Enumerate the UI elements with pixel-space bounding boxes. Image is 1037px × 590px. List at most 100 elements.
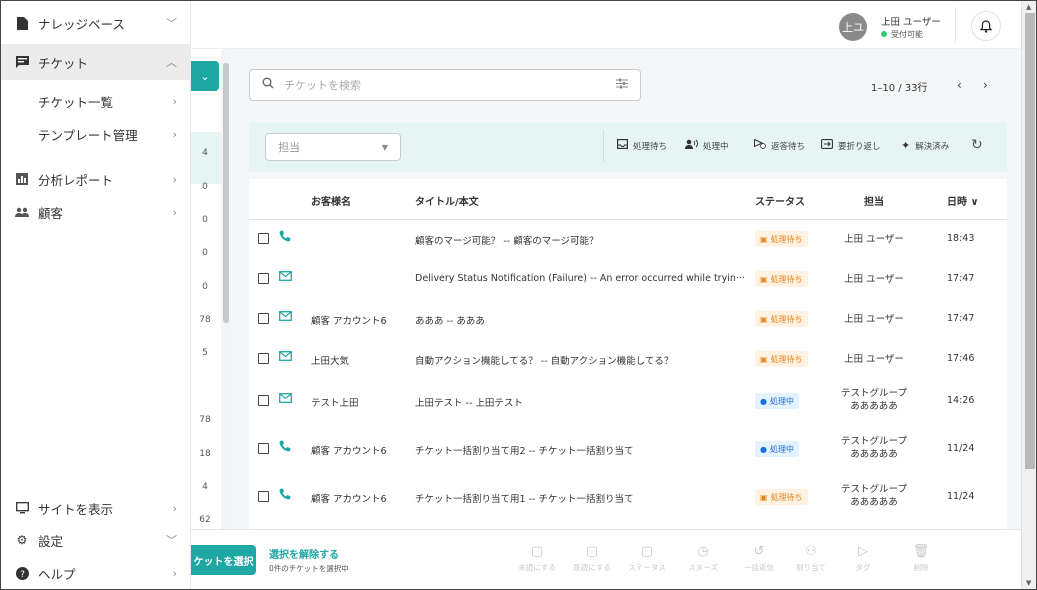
next-page-button[interactable]: › [983, 78, 988, 92]
ticket-time: 17:47 [947, 313, 975, 324]
view-dropdown-button[interactable]: ⌄ [191, 61, 219, 91]
row-checkbox[interactable] [258, 491, 269, 502]
action-label: 既読にする [573, 563, 611, 572]
table-row[interactable]: 顧客 アカウント6 あああ -- あああ ▣ 処理待ち 上田 ユーザー 17:47 [249, 299, 1007, 339]
scrollbar-thumb[interactable] [1025, 13, 1035, 469]
mark-unread-button[interactable]: ▢ 未読にする [509, 544, 565, 573]
status-filter-resolved[interactable]: ✦ 解決済み [901, 139, 949, 152]
user-status: 受付可能 [881, 29, 923, 40]
bulk-action-bar: ケットを選択 選択を解除する 0件のチケットを選択中 ▢ 未読にする ▢ 既読に… [191, 529, 1021, 589]
sidebar-item-customers[interactable]: 顧客 › [1, 194, 191, 230]
table-row[interactable]: 上田大気 自動アクション機能してる？ -- 自動アクション機能してる？ ▣ 処理待… [249, 339, 1007, 379]
sidebar-item-settings[interactable]: ⚙ 設定 ﹀ [1, 522, 191, 558]
status-filter-callback[interactable]: 要折り返し [821, 139, 881, 152]
ticket-title[interactable]: チケット一括割り当て用2 -- チケット一括割り当て [415, 443, 745, 457]
column-header-time[interactable]: 日時 ∨ [947, 193, 979, 208]
column-header-title[interactable]: タイトル/本文 [415, 193, 479, 208]
phone-icon [279, 440, 291, 455]
ticket-title[interactable]: 上田テスト -- 上田テスト [415, 395, 745, 409]
column-header-customer[interactable]: お客様名 [311, 193, 351, 208]
prev-page-button[interactable]: ‹ [957, 78, 962, 92]
mail-icon [279, 350, 292, 364]
svg-text:?: ? [20, 570, 25, 580]
status-filter-awaiting-reply[interactable]: 返答待ち [754, 138, 805, 152]
row-checkbox[interactable] [258, 395, 269, 406]
window-scrollbar[interactable]: ▲ ▼ [1021, 1, 1036, 589]
view-list-scrollbar[interactable] [221, 49, 231, 529]
sidebar-item-view-site[interactable]: サイトを表示 › [1, 490, 191, 526]
app-window: ナレッジベース ﹀ チケット ︿ チケット一覧 › テンプレート管理 › 分析レ… [0, 0, 1037, 590]
sidebar-item-knowledge-base[interactable]: ナレッジベース ﹀ [1, 5, 191, 41]
customer-name[interactable]: 顧客 アカウント6 [311, 443, 387, 457]
notification-bell-icon[interactable] [971, 11, 1001, 41]
user-speaking-icon: ● [760, 444, 767, 454]
edit-box-icon: ▢ [585, 544, 599, 559]
customer-name[interactable]: 顧客 アカウント6 [311, 313, 387, 327]
avatar[interactable]: 上ユ [839, 13, 867, 41]
deselect-link[interactable]: 選択を解除する [269, 546, 339, 561]
owner-name: テストグループあああああ [841, 388, 907, 412]
scrollbar-thumb[interactable] [223, 63, 229, 323]
gear-icon: ⚙ [16, 533, 28, 547]
ticket-title[interactable]: 自動アクション機能してる？ -- 自動アクション機能してる？ [415, 353, 745, 367]
view-count: 0 [202, 282, 208, 292]
row-checkbox[interactable] [258, 273, 269, 284]
change-status-button[interactable]: ▢ ステータス [619, 544, 675, 573]
snooze-button[interactable]: ◷ スヌーズ [675, 544, 731, 573]
select-tickets-button[interactable]: ケットを選択 [191, 545, 256, 575]
customer-name[interactable]: テスト上田 [311, 395, 359, 409]
sidebar-item-template-management[interactable]: テンプレート管理 › [1, 116, 191, 152]
table-row[interactable]: 顧客 アカウント6 チケット一括割り当て用2 -- チケット一括割り当て ● 処理… [249, 427, 1007, 471]
assign-button[interactable]: ⚇ 割り当て [783, 544, 839, 573]
table-row[interactable]: Delivery Status Notification (Failure) -… [249, 259, 1007, 299]
mark-read-button[interactable]: ▢ 既読にする [564, 544, 620, 573]
view-count: 18 [199, 449, 211, 459]
column-header-status[interactable]: ステータス [755, 193, 805, 208]
chevron-right-icon: › [172, 127, 177, 141]
chevron-down-icon: ﹀ [166, 17, 177, 30]
assignee-select[interactable]: 担当 ▼ [265, 133, 401, 161]
tag-button[interactable]: ▷ タグ [835, 544, 891, 573]
row-checkbox[interactable] [258, 353, 269, 364]
sidebar-item-ticket-list[interactable]: チケット一覧 › [1, 83, 191, 119]
filter-settings-icon[interactable] [616, 78, 628, 92]
status-badge-label: 処理待ち [770, 354, 803, 364]
column-header-owner[interactable]: 担当 [864, 193, 884, 208]
status-filter-label: 要折り返し [838, 141, 881, 152]
bulk-reply-button[interactable]: ↺ 一括返信 [731, 544, 787, 573]
ticket-time: 11/24 [947, 443, 975, 454]
sidebar-item-analytics[interactable]: 分析レポート › [1, 161, 191, 197]
row-checkbox[interactable] [258, 443, 269, 454]
status-badge-label: 処理待ち [770, 492, 803, 502]
scroll-up-icon[interactable]: ▲ [1026, 3, 1031, 11]
search-input[interactable]: チケットを検索 [284, 77, 616, 93]
status-badge: ▣ 処理待ち [755, 231, 808, 247]
selected-view-highlight [191, 132, 221, 184]
sidebar-item-tickets[interactable]: チケット ︿ [1, 44, 191, 80]
table-row[interactable]: テスト上田 上田テスト -- 上田テスト ● 処理中 テストグループあああああ 1… [249, 379, 1007, 423]
ticket-title[interactable]: あああ -- あああ [415, 313, 745, 327]
ticket-title[interactable]: 顧客のマージ可能？ -- 顧客のマージ可能？ [415, 233, 745, 247]
search-box[interactable]: チケットを検索 [249, 69, 641, 101]
ticket-time: 11/24 [947, 491, 975, 502]
sidebar-item-help[interactable]: ? ヘルプ › [1, 555, 191, 589]
status-filter-pending[interactable]: 処理待ち [617, 139, 667, 152]
delete-button[interactable]: 🗑 削除 [893, 544, 949, 573]
table-row[interactable]: 顧客のマージ可能？ -- 顧客のマージ可能？ ▣ 処理待ち 上田 ユーザー 18:… [249, 219, 1007, 259]
status-filter-in-progress[interactable]: 処理中 [685, 139, 729, 152]
customer-name[interactable]: 顧客 アカウント6 [311, 491, 387, 505]
status-badge-label: 処理待ち [770, 314, 803, 324]
scroll-down-icon[interactable]: ▼ [1026, 579, 1031, 587]
ticket-title[interactable]: チケット一括割り当て用1 -- チケット一括割り当て [415, 491, 745, 505]
refresh-icon[interactable]: ↻ [971, 137, 983, 153]
table-row[interactable]: 顧客 アカウント6 チケット一括割り当て用1 -- チケット一括割り当て ▣ 処理… [249, 475, 1007, 519]
row-checkbox[interactable] [258, 233, 269, 244]
ticket-title[interactable]: Delivery Status Notification (Failure) -… [415, 273, 745, 284]
ticket-icon [15, 55, 29, 69]
row-checkbox[interactable] [258, 313, 269, 324]
chevron-right-icon: › [172, 566, 177, 580]
customer-name[interactable]: 上田大気 [311, 353, 349, 367]
phone-icon [279, 488, 291, 503]
action-label: ステータス [628, 563, 666, 572]
sidebar-item-label: 設定 [38, 533, 64, 549]
